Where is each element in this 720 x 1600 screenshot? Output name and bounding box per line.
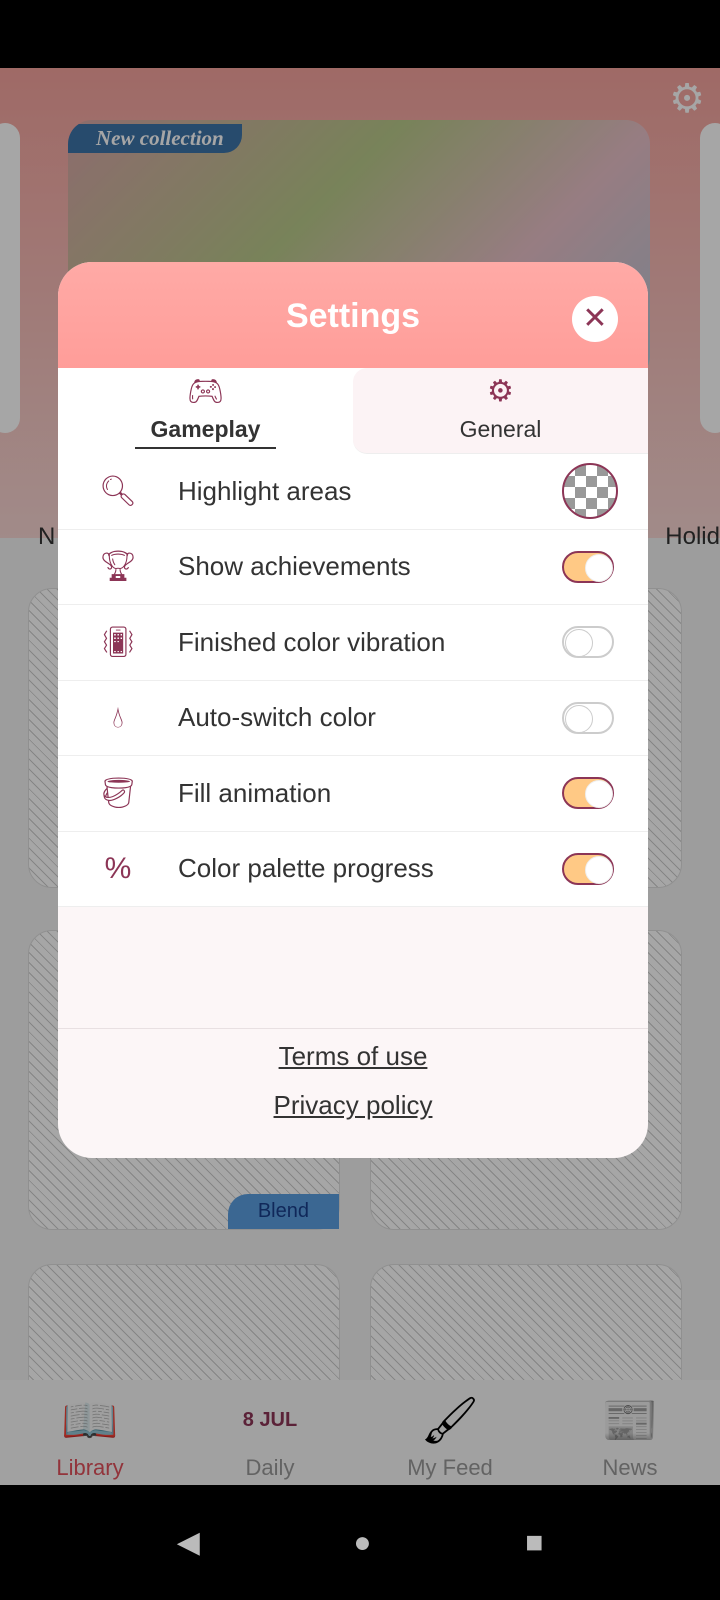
privacy-link[interactable]: Privacy policy — [58, 1090, 648, 1121]
settings-tabs: 🎮︎ Gameplay ⚙ General — [58, 368, 648, 454]
settings-dialog: Settings ✕ 🎮︎ Gameplay ⚙ General 🔍︎ Highlig… — [58, 262, 648, 1158]
dialog-title: Settings — [285, 297, 421, 335]
palette-progress-toggle[interactable] — [562, 852, 614, 885]
terms-link[interactable]: Terms of use — [58, 1041, 648, 1072]
setting-show-achievements: 🏆︎ Show achievements — [58, 529, 648, 605]
phone-vibrate-icon: 📳︎ — [98, 625, 138, 659]
gear-icon: ⚙ — [487, 375, 514, 408]
percent-progress-icon: % — [104, 851, 132, 885]
tab-gameplay[interactable]: 🎮︎ Gameplay — [58, 368, 353, 454]
back-icon[interactable]: ◀ — [177, 1525, 200, 1560]
magnifier-icon: 🔍︎ — [98, 474, 138, 508]
close-icon: ✕ — [582, 302, 608, 335]
drop-switch-icon: 💧︎ — [112, 700, 124, 734]
dialog-footer: Terms of use Privacy policy — [58, 1028, 648, 1158]
highlight-pattern-button[interactable] — [562, 463, 618, 520]
setting-palette-progress: % Color palette progress — [58, 831, 648, 907]
system-nav-bar: ◀ ● ■ — [0, 1485, 720, 1600]
tab-general[interactable]: ⚙ General — [353, 368, 648, 454]
setting-vibration: 📳︎ Finished color vibration — [58, 605, 648, 681]
close-button[interactable]: ✕ — [572, 296, 618, 342]
trophy-icon: 🏆︎ — [98, 550, 138, 584]
setting-highlight-areas: 🔍︎ Highlight areas — [58, 454, 648, 530]
recents-icon[interactable]: ■ — [525, 1526, 543, 1560]
status-bar — [0, 0, 720, 68]
setting-fill-animation: 🪣︎ Fill animation — [58, 756, 648, 832]
fill-animation-toggle[interactable] — [562, 777, 614, 810]
gamepad-icon: 🎮︎ — [186, 375, 225, 408]
paint-bucket-icon: 🪣︎ — [98, 776, 138, 810]
setting-auto-switch: 💧︎ Auto-switch color — [58, 680, 648, 756]
home-icon[interactable]: ● — [353, 1526, 371, 1560]
auto-switch-toggle[interactable] — [562, 701, 614, 734]
achievements-toggle[interactable] — [562, 550, 614, 583]
vibration-toggle[interactable] — [562, 626, 614, 659]
